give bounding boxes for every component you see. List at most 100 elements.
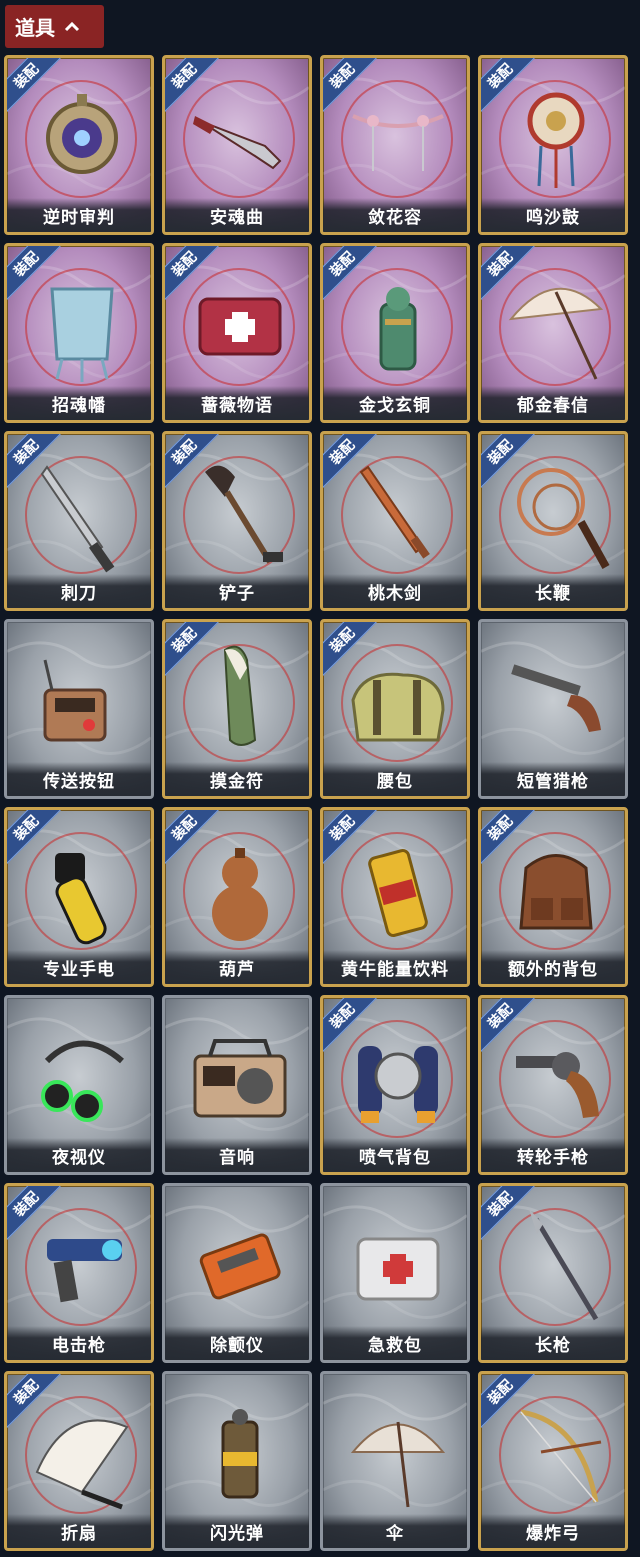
item-name: 电击枪 [7, 1326, 151, 1360]
equip-badge: 装配 [323, 810, 381, 868]
item-card[interactable]: 装配 长枪 [478, 1183, 628, 1363]
item-card[interactable]: 装配 黄牛能量饮料 [320, 807, 470, 987]
item-name: 蔷薇物语 [165, 386, 309, 420]
item-card[interactable]: 装配 桃木剑 [320, 431, 470, 611]
section-header-items[interactable]: 道具 [5, 5, 104, 48]
item-card[interactable]: 装配 电击枪 [4, 1183, 154, 1363]
equip-badge-label: 装配 [165, 58, 223, 116]
equip-badge: 装配 [165, 810, 223, 868]
equip-badge: 装配 [481, 246, 539, 304]
item-card[interactable]: 传送按钮 [4, 619, 154, 799]
item-card[interactable]: 装配 敛花容 [320, 55, 470, 235]
item-name: 敛花容 [323, 198, 467, 232]
item-name: 夜视仪 [7, 1138, 151, 1172]
item-card[interactable]: 音响 [162, 995, 312, 1175]
item-name: 短管猎枪 [481, 762, 625, 796]
equip-badge: 装配 [481, 1186, 539, 1244]
item-card[interactable]: 装配 葫芦 [162, 807, 312, 987]
item-name: 黄牛能量饮料 [323, 950, 467, 984]
item-card[interactable]: 装配 刺刀 [4, 431, 154, 611]
equip-badge-label: 装配 [481, 810, 539, 868]
equip-badge: 装配 [7, 1374, 65, 1432]
chevron-up-icon [64, 21, 80, 31]
item-card[interactable]: 装配 招魂幡 [4, 243, 154, 423]
equip-badge-label: 装配 [165, 434, 223, 492]
item-name: 额外的背包 [481, 950, 625, 984]
item-card[interactable]: 装配 逆时审判 [4, 55, 154, 235]
shotgun-icon [511, 664, 601, 732]
item-card[interactable]: 伞 [320, 1371, 470, 1551]
equip-badge: 装配 [481, 998, 539, 1056]
equip-badge: 装配 [481, 58, 539, 116]
item-name: 鸣沙鼓 [481, 198, 625, 232]
equip-badge-label: 装配 [7, 1186, 65, 1244]
equip-badge-label: 装配 [481, 998, 539, 1056]
equip-badge: 装配 [165, 434, 223, 492]
equip-badge-label: 装配 [323, 622, 381, 680]
equip-badge: 装配 [7, 1186, 65, 1244]
equip-badge: 装配 [481, 1374, 539, 1432]
equip-badge-label: 装配 [481, 1186, 539, 1244]
item-name: 闪光弹 [165, 1514, 309, 1548]
item-name: 金戈玄铜 [323, 386, 467, 420]
item-grid: 装配 逆时审判 装配 安魂曲 装配 敛花容 装配 鸣沙鼓 装配 招魂幡 装配 蔷薇物语 装配 金戈玄铜 装配… [4, 55, 636, 1551]
item-card[interactable]: 装配 长鞭 [478, 431, 628, 611]
equip-badge-label: 装配 [481, 58, 539, 116]
item-card[interactable]: 装配 铲子 [162, 431, 312, 611]
equip-badge-label: 装配 [165, 810, 223, 868]
equip-badge-label: 装配 [481, 434, 539, 492]
item-card[interactable]: 装配 折扇 [4, 1371, 154, 1551]
equip-badge-label: 装配 [7, 434, 65, 492]
item-name: 腰包 [323, 762, 467, 796]
item-card[interactable]: 装配 金戈玄铜 [320, 243, 470, 423]
equip-badge: 装配 [165, 58, 223, 116]
item-card[interactable]: 装配 安魂曲 [162, 55, 312, 235]
item-name: 刺刀 [7, 574, 151, 608]
item-card[interactable]: 除颤仪 [162, 1183, 312, 1363]
equip-badge: 装配 [481, 810, 539, 868]
item-name: 摸金符 [165, 762, 309, 796]
item-card[interactable]: 装配 专业手电 [4, 807, 154, 987]
equip-badge: 装配 [323, 246, 381, 304]
item-card[interactable]: 装配 摸金符 [162, 619, 312, 799]
equip-badge-label: 装配 [7, 810, 65, 868]
equip-badge-label: 装配 [481, 246, 539, 304]
equip-badge: 装配 [323, 434, 381, 492]
item-card[interactable]: 闪光弹 [162, 1371, 312, 1551]
equip-badge: 装配 [165, 622, 223, 680]
item-name: 传送按钮 [7, 762, 151, 796]
item-name: 伞 [323, 1514, 467, 1548]
equip-badge-label: 装配 [165, 622, 223, 680]
item-name: 折扇 [7, 1514, 151, 1548]
item-name: 葫芦 [165, 950, 309, 984]
equip-badge-label: 装配 [165, 246, 223, 304]
item-card[interactable]: 夜视仪 [4, 995, 154, 1175]
item-card[interactable]: 短管猎枪 [478, 619, 628, 799]
item-name: 喷气背包 [323, 1138, 467, 1172]
radio-speaker-icon [193, 1039, 287, 1118]
equip-badge: 装配 [7, 246, 65, 304]
flashbang-icon [221, 1409, 259, 1499]
item-name: 安魂曲 [165, 198, 309, 232]
item-name: 招魂幡 [7, 386, 151, 420]
equip-badge-label: 装配 [481, 1374, 539, 1432]
item-name: 音响 [165, 1138, 309, 1172]
item-name: 桃木剑 [323, 574, 467, 608]
item-name: 铲子 [165, 574, 309, 608]
item-card[interactable]: 装配 额外的背包 [478, 807, 628, 987]
item-card[interactable]: 装配 腰包 [320, 619, 470, 799]
item-card[interactable]: 装配 爆炸弓 [478, 1371, 628, 1551]
item-card[interactable]: 急救包 [320, 1183, 470, 1363]
item-name: 急救包 [323, 1326, 467, 1360]
equip-badge-label: 装配 [323, 434, 381, 492]
item-name: 除颤仪 [165, 1326, 309, 1360]
item-card[interactable]: 装配 喷气背包 [320, 995, 470, 1175]
item-name: 专业手电 [7, 950, 151, 984]
item-card[interactable]: 装配 鸣沙鼓 [478, 55, 628, 235]
item-card[interactable]: 装配 郁金春信 [478, 243, 628, 423]
item-card[interactable]: 装配 蔷薇物语 [162, 243, 312, 423]
equip-badge: 装配 [481, 434, 539, 492]
item-card[interactable]: 装配 转轮手枪 [478, 995, 628, 1175]
equip-badge: 装配 [7, 810, 65, 868]
item-name: 转轮手枪 [481, 1138, 625, 1172]
